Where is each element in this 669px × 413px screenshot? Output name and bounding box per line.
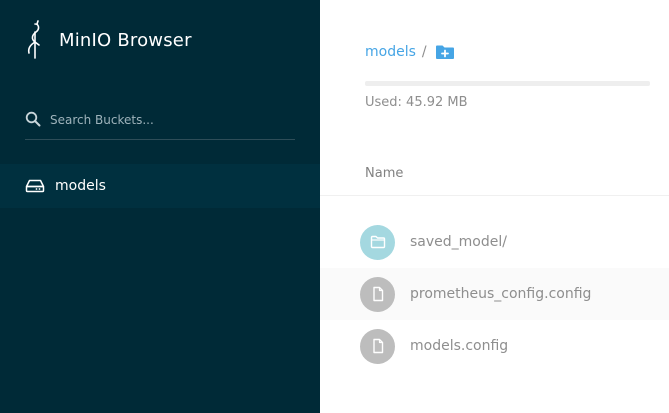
sidebar: MinIO Browser models: [0, 0, 320, 413]
main-panel: models / Used: 45.92 MB Name saved_model…: [320, 0, 669, 413]
brand: MinIO Browser: [24, 20, 192, 60]
minio-logo-icon: [27, 20, 40, 59]
storage-usage-text: Used: 45.92 MB: [365, 95, 468, 110]
sidebar-item-models[interactable]: models: [0, 164, 320, 208]
breadcrumb-bucket-link[interactable]: models: [365, 44, 416, 60]
column-header-name[interactable]: Name: [365, 166, 403, 181]
file-icon-badge: [360, 276, 395, 312]
create-folder-icon[interactable]: [435, 44, 455, 60]
drive-icon: [25, 179, 45, 193]
app-title: MinIO Browser: [59, 29, 192, 51]
folder-icon-badge: [360, 224, 395, 260]
search-icon: [25, 111, 41, 126]
list-item-file[interactable]: prometheus_config.config: [320, 268, 669, 320]
object-list: saved_model/ prometheus_config.config mo…: [320, 216, 669, 372]
object-name: saved_model/: [410, 234, 507, 250]
sidebar-item-label: models: [55, 178, 106, 194]
file-icon: [372, 286, 383, 302]
object-name: models.config: [410, 338, 509, 354]
file-icon-badge: [360, 328, 395, 364]
file-icon: [372, 338, 383, 354]
folder-icon: [370, 235, 385, 249]
app-window: MinIO Browser models models /: [0, 0, 669, 413]
bucket-search: [25, 106, 295, 140]
object-name: prometheus_config.config: [410, 286, 592, 302]
header-divider: [320, 195, 669, 196]
search-buckets-input[interactable]: [50, 109, 295, 130]
list-item-folder[interactable]: saved_model/: [320, 216, 669, 268]
list-item-file[interactable]: models.config: [320, 320, 669, 372]
breadcrumb-separator: /: [421, 44, 427, 60]
breadcrumb: models /: [365, 42, 455, 62]
storage-usage-bar: [365, 81, 650, 86]
